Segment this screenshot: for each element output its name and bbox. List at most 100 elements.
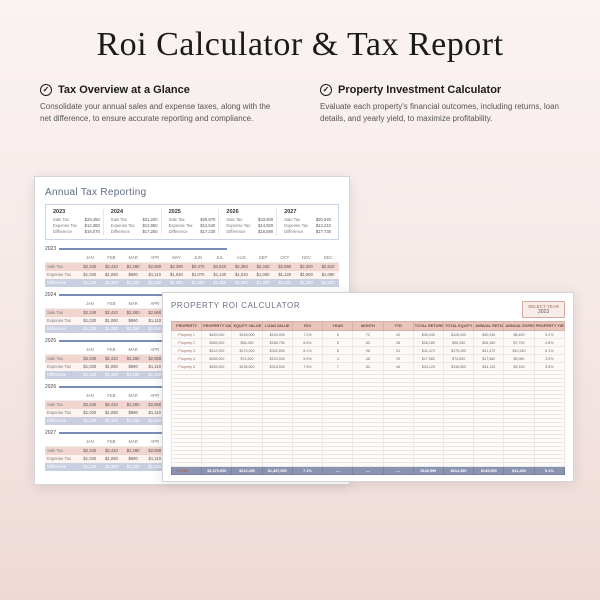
roi-cell: 5.2%	[534, 331, 564, 339]
month-header: MAR	[122, 438, 144, 447]
cell-value: $1,460	[274, 279, 296, 287]
roi-total-cell: $149,599	[413, 467, 443, 475]
roi-cell: $298,000	[202, 355, 232, 363]
row-label: Difference	[45, 279, 79, 287]
roi-cell: $455,000	[202, 363, 232, 371]
cell-value: $1,350	[101, 371, 123, 379]
cell-value: $2,340	[79, 446, 101, 455]
summary-metric-label: Difference	[53, 229, 72, 235]
month-header: FEB	[101, 392, 123, 401]
roi-cell: 29	[383, 355, 413, 363]
row-label: Sale Tax	[45, 262, 79, 271]
roi-cell: $136,500	[232, 363, 262, 371]
roi-row: Property 3$512,000$179,200$332,8008.1%89…	[172, 347, 565, 355]
row-label: Expense Tax	[45, 409, 79, 417]
roi-cell: 38	[383, 339, 413, 347]
summary-year-label: 2027	[284, 209, 331, 215]
roi-cell: $74,500	[443, 355, 473, 363]
row-label: Sale Tax	[45, 354, 79, 363]
roi-cell: $74,500	[232, 355, 262, 363]
cell-value: $1,110	[144, 271, 166, 279]
cell-value: $1,340	[231, 279, 253, 287]
roi-cell: $318,500	[262, 363, 292, 371]
cell-value: $1,320	[79, 417, 101, 425]
month-header: FEB	[101, 438, 123, 447]
roi-row: Property 2$385,000$96,250$288,7506.8%560…	[172, 339, 565, 347]
month-header: MAR	[122, 300, 144, 309]
tax-month-table: JANFEBMARAPRMAYJUNJULAUGSEPOCTNOVDEC Sal…	[45, 254, 339, 287]
cell-value: $1,380	[252, 279, 274, 287]
roi-cell: 8.1%	[292, 347, 322, 355]
roi-col-header: ANNUAL RETURN	[474, 322, 504, 331]
roi-cell: $30,240	[413, 331, 443, 339]
feature-heading: Property Investment Calculator	[338, 84, 501, 96]
roi-cell: $5,960	[504, 355, 534, 363]
month-header: MAY	[166, 254, 188, 263]
roi-row: Property 5$455,000$136,500$318,5007.5%78…	[172, 363, 565, 371]
cell-value: $1,000	[296, 271, 318, 279]
select-year-button[interactable]: SELECT YEAR 2023	[522, 301, 565, 318]
roi-cell: 96	[353, 347, 383, 355]
cell-value: $1,020	[79, 455, 101, 463]
roi-cell: 48	[353, 355, 383, 363]
roi-cell: 46	[383, 363, 413, 371]
roi-col-header: ROI	[292, 322, 322, 331]
summary-metric-value: $17,250	[142, 229, 157, 235]
roi-col-header: LOAN VALUE	[262, 322, 292, 331]
cell-value: $1,350	[101, 463, 123, 471]
cell-value: $1,350	[101, 325, 123, 333]
roi-cell: 60	[353, 339, 383, 347]
cell-value: $2,340	[79, 308, 101, 317]
month-header: JAN	[79, 254, 101, 263]
roi-cell: 4.8%	[534, 339, 564, 347]
cell-value: $1,060	[101, 363, 123, 371]
roi-cell: 42	[383, 331, 413, 339]
row-label: Sale Tax	[45, 400, 79, 409]
summary-metric-value: $17,730	[316, 229, 331, 235]
detail-year-label: 2026	[45, 384, 56, 390]
roi-row: Property 1$420,000$126,000$294,0007.2%67…	[172, 331, 565, 339]
cell-value: $2,300	[296, 262, 318, 271]
cell-value: $1,020	[79, 317, 101, 325]
month-header: MAR	[122, 254, 144, 263]
roi-total-cell: $1,457,550	[262, 467, 292, 475]
summary-year-label: 2026	[226, 209, 273, 215]
check-icon: ✓	[40, 84, 52, 96]
detail-year-label: 2025	[45, 338, 56, 344]
cell-value: $2,410	[101, 400, 123, 409]
property-roi-card: PROPERTY ROI CALCULATOR SELECT YEAR 2023…	[162, 292, 574, 482]
month-header: FEB	[101, 300, 123, 309]
cell-value: $2,510	[317, 262, 339, 271]
cell-value: $2,280	[122, 400, 144, 409]
roi-total-cell: 5.1%	[534, 467, 564, 475]
tax-summary-year: 2027Sale Tax$30,940Expense Tax$13,210Dif…	[281, 209, 334, 235]
cell-value: $1,290	[122, 325, 144, 333]
month-header: JAN	[79, 438, 101, 447]
cell-value: $1,290	[122, 417, 144, 425]
cell-value: $2,410	[101, 354, 123, 363]
feature-description: Evaluate each property's financial outco…	[320, 101, 560, 124]
check-icon: ✓	[320, 84, 332, 96]
summary-metric-label: Difference	[169, 229, 188, 235]
roi-cell: 6.8%	[292, 339, 322, 347]
cell-value: $2,620	[209, 262, 231, 271]
roi-cell: $420,000	[202, 331, 232, 339]
roi-row: Property 4$298,000$74,500$223,5005.9%448…	[172, 355, 565, 363]
month-header: MAR	[122, 346, 144, 355]
roi-cell: $17,582	[413, 355, 443, 363]
cell-value: $1,020	[79, 271, 101, 279]
cell-value: $1,290	[122, 463, 144, 471]
cell-value: $2,410	[101, 262, 123, 271]
card-title: Annual Tax Reporting	[45, 187, 339, 198]
tax-summary-year: 2025Sale Tax$29,870Expense Tax$12,640Dif…	[166, 209, 220, 235]
cell-value: $990	[122, 317, 144, 325]
cell-value: $1,300	[296, 279, 318, 287]
cell-value: $2,280	[122, 308, 144, 317]
cell-value: $1,320	[79, 325, 101, 333]
roi-total-cell: $2,070,000	[202, 467, 232, 475]
summary-metric-label: Difference	[226, 229, 245, 235]
roi-table: PROPERTYPROPERTY VALUEEQUITY VALUELOAN V…	[171, 321, 565, 475]
cell-value: $2,350	[231, 262, 253, 271]
month-header: AUG	[231, 254, 253, 263]
feature-heading: Tax Overview at a Glance	[58, 84, 190, 96]
